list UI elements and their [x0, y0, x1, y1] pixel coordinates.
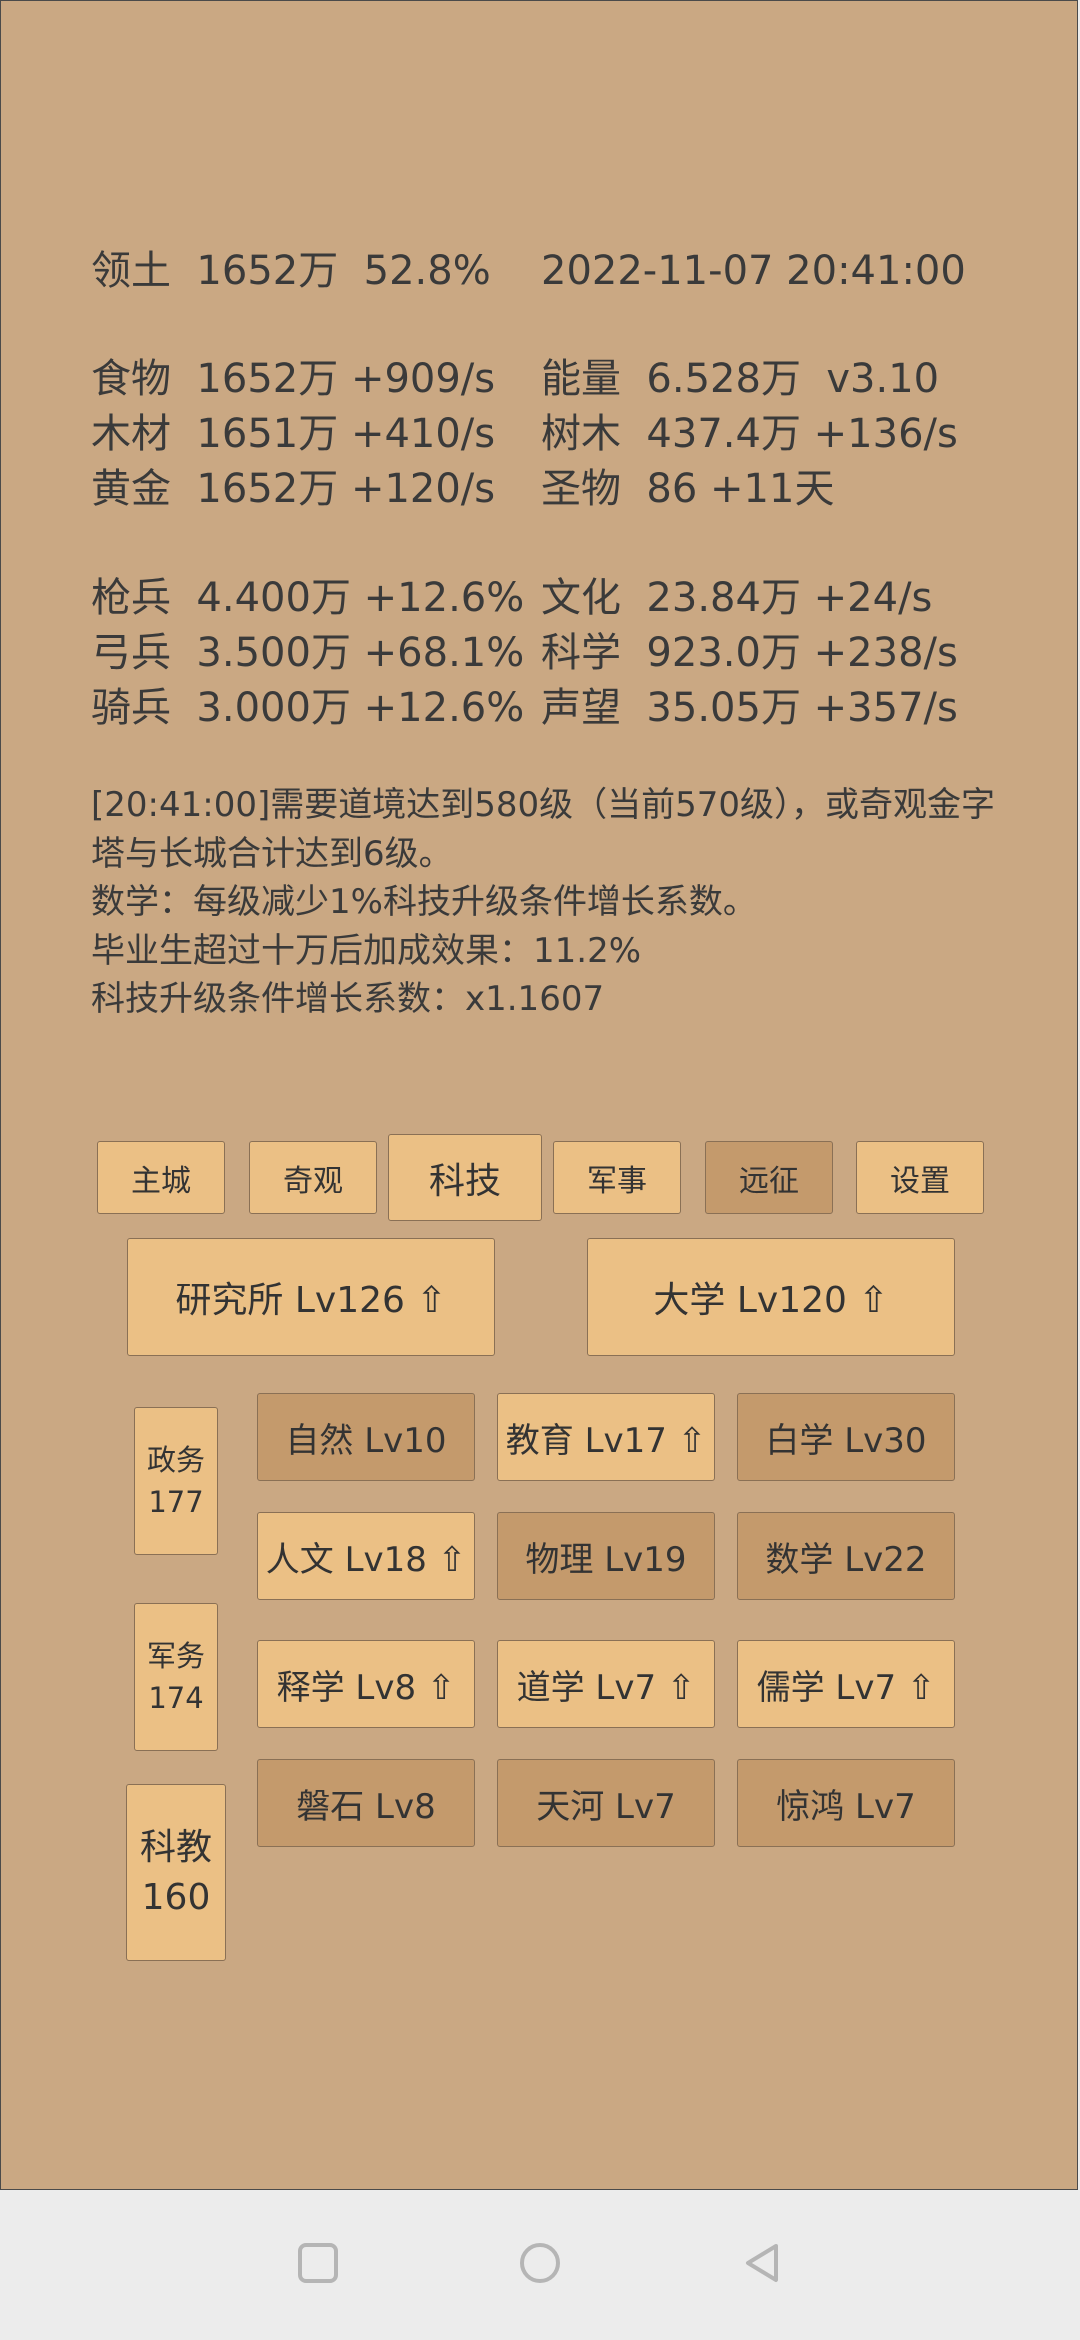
tech-physics[interactable]: 物理 Lv19 [497, 1512, 715, 1600]
tech-baixue[interactable]: 白学 Lv30 [737, 1393, 955, 1481]
politics-label: 政务 [146, 1443, 205, 1477]
tech-confucianism[interactable]: 儒学 Lv7 ⇧ [737, 1640, 955, 1728]
message-line: [20:41:00]需要道境达到580级（当前570级），或奇观金字 [91, 785, 996, 825]
spearmen-stat: 枪兵 4.400万 +12.6% [91, 575, 525, 621]
triangle-back-icon[interactable] [740, 2241, 784, 2285]
military-affairs-button[interactable]: 军务 174 [134, 1603, 218, 1751]
territory-stat: 领土 1652万 52.8% [91, 248, 491, 294]
tech-taoism[interactable]: 道学 Lv7 ⇧ [497, 1640, 715, 1728]
tech-math[interactable]: 数学 Lv22 [737, 1512, 955, 1600]
food-stat: 食物 1652万 +909/s [91, 356, 496, 402]
game-screen: 领土 1652万 52.8% 2022-11-07 20:41:00 食物 16… [0, 0, 1078, 2190]
message-log: [20:41:00]需要道境达到580级（当前570级），或奇观金字 塔与长城合… [91, 781, 1021, 1024]
education-label: 科教 [139, 1826, 212, 1868]
tab-tech[interactable]: 科技 [388, 1134, 542, 1221]
gold-stat: 黄金 1652万 +120/s [91, 466, 496, 512]
university-button[interactable]: 大学 Lv120 ⇧ [587, 1238, 955, 1356]
tech-panshi[interactable]: 磐石 Lv8 [257, 1759, 475, 1847]
tech-tianhe[interactable]: 天河 Lv7 [497, 1759, 715, 1847]
education-value: 160 [141, 1876, 211, 1918]
datetime-display: 2022-11-07 20:41:00 [541, 248, 966, 294]
tech-nature[interactable]: 自然 Lv10 [257, 1393, 475, 1481]
tab-main-city[interactable]: 主城 [97, 1141, 225, 1214]
message-line: 毕业生超过十万后加成效果：11.2% [91, 930, 642, 971]
culture-stat: 文化 23.84万 +24/s [541, 575, 933, 621]
relics-stat: 圣物 86 +11天 [541, 466, 835, 512]
cavalry-stat: 骑兵 3.000万 +12.6% [91, 685, 525, 731]
tech-humanities[interactable]: 人文 Lv18 ⇧ [257, 1512, 475, 1600]
message-line: 科技升级条件增长系数：x1.1607 [91, 979, 605, 1019]
politics-button[interactable]: 政务 177 [134, 1407, 218, 1555]
trees-stat: 树木 437.4万 +136/s [541, 411, 958, 457]
military-affairs-value: 174 [148, 1681, 204, 1715]
education-button[interactable]: 科教 160 [126, 1784, 226, 1961]
science-stat: 科学 923.0万 +238/s [541, 630, 958, 676]
wood-stat: 木材 1651万 +410/s [91, 411, 496, 457]
tech-education[interactable]: 教育 Lv17 ⇧ [497, 1393, 715, 1481]
institute-button[interactable]: 研究所 Lv126 ⇧ [127, 1238, 495, 1356]
tech-buddhism[interactable]: 释学 Lv8 ⇧ [257, 1640, 475, 1728]
tab-military[interactable]: 军事 [553, 1141, 681, 1214]
message-line: 数学：每级减少1%科技升级条件增长系数。 [91, 882, 757, 922]
tab-wonders[interactable]: 奇观 [249, 1141, 377, 1214]
tab-settings[interactable]: 设置 [856, 1141, 984, 1214]
archers-stat: 弓兵 3.500万 +68.1% [91, 630, 525, 676]
military-affairs-label: 军务 [146, 1639, 205, 1673]
tab-expedition[interactable]: 远征 [705, 1141, 833, 1214]
navigation-bar [0, 2190, 1080, 2340]
tech-jinghong[interactable]: 惊鸿 Lv7 [737, 1759, 955, 1847]
message-line: 塔与长城合计达到6级。 [91, 833, 453, 874]
energy-stat: 能量 6.528万 v3.10 [541, 356, 940, 402]
circle-icon[interactable] [518, 2241, 562, 2285]
square-icon[interactable] [296, 2241, 340, 2285]
prestige-stat: 声望 35.05万 +357/s [541, 685, 958, 731]
politics-value: 177 [148, 1485, 204, 1519]
